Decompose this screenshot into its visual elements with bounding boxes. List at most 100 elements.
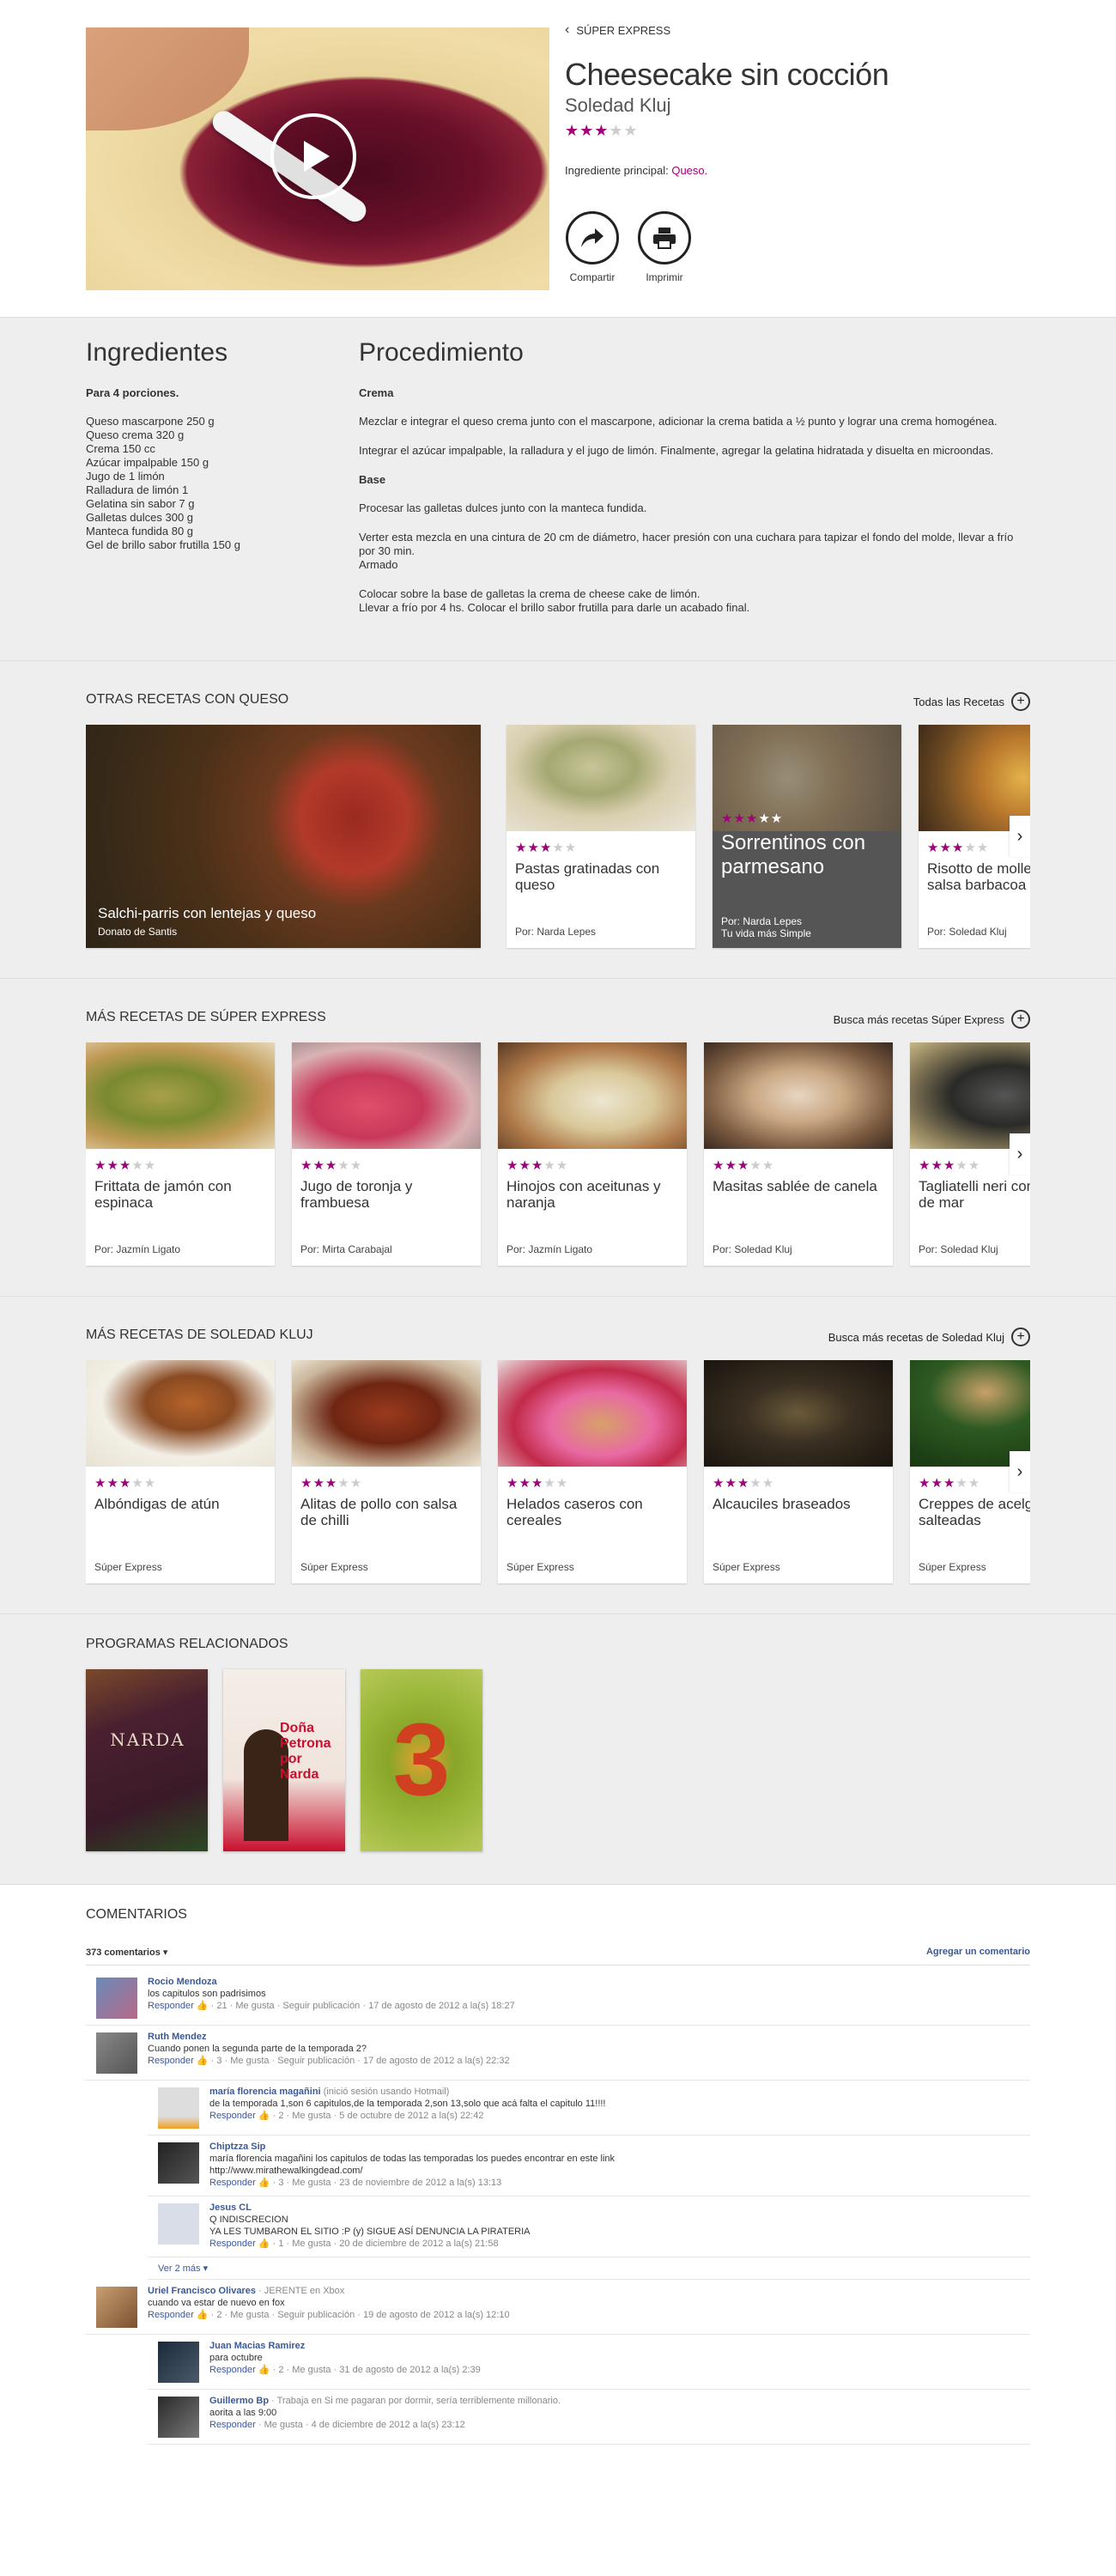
chevron-right-icon[interactable]: › [1010,1451,1030,1492]
comment-text: de la temporada 1,son 6 capitulos,de la … [209,2099,606,2109]
program-thumbnail[interactable]: NARDA [86,1669,208,1851]
reply-link[interactable]: Responder [148,2310,194,2320]
recipe-name: Masitas sablée de canela [713,1178,877,1194]
recipe-name: Frittata de jamón con espinaca [94,1178,232,1211]
like-icon[interactable]: 👍 [258,2178,270,2188]
chevron-right-icon[interactable]: › [1010,816,1030,857]
recipe-card[interactable]: ★★★★★ Alitas de pollo con salsa de chill… [292,1360,481,1583]
recipe-details: Ingredientes Para 4 porciones. Queso mas… [0,318,1116,661]
avatar[interactable] [158,2142,199,2184]
comments-section: COMENTARIOS 373 comentarios ▾ Agregar un… [0,1885,1116,2576]
main-ingredient: Ingrediente principal: Queso. [565,164,708,177]
procedure-step: Colocar sobre la base de galletas la cre… [359,587,750,614]
like-icon[interactable]: 👍 [197,2001,209,2011]
like-icon[interactable]: 👍 [258,2111,270,2121]
recipe-author: Súper Express [506,1561,574,1573]
share-button[interactable]: Compartir [565,211,620,283]
avatar[interactable] [96,2032,137,2074]
more-recipes-link[interactable]: Busca más recetas de Soledad Kluj + [828,1327,1030,1346]
recipe-author[interactable]: Soledad Kluj [565,94,1028,117]
program-thumbnail[interactable]: Doña Petrona por Narda [223,1669,345,1851]
main-ingredient-link[interactable]: Queso. [671,164,707,177]
recipe-image [498,1042,687,1149]
like-icon[interactable]: 👍 [197,2056,209,2066]
program-thumbnail[interactable]: 3 [361,1669,482,1851]
commenter-name[interactable]: Jesus CL [209,2202,252,2213]
procedure-subtitle: Base [359,473,386,486]
play-button[interactable] [270,113,356,199]
comment-meta: · 1 · Me gusta · 20 de diciembre de 2012… [272,2239,499,2249]
carousel-title: OTRAS RECETAS CON QUESO [86,692,289,707]
recipe-name: Jugo de toronja y frambuesa [300,1178,413,1211]
print-button[interactable]: Imprimir [637,211,692,283]
recipe-name: Helados caseros con cereales [506,1496,643,1528]
avatar[interactable] [96,1978,137,2019]
recipe-card[interactable]: ★★★★★ Albóndigas de atún Súper Express [86,1360,275,1583]
comment: Rocio Mendoza los capitulos son padrisim… [86,1971,1030,2026]
like-icon[interactable]: 👍 [258,2365,270,2375]
rating-stars: ★★★★★ [506,1158,569,1173]
add-comment-link[interactable]: Agregar un comentario [926,1947,1030,1957]
rating-stars: ★★★★★ [515,841,578,855]
recipe-video-thumbnail[interactable] [86,27,549,290]
recipe-card[interactable]: ★★★★★ Pastas gratinadas con queso Por: N… [506,725,695,948]
back-link[interactable]: ‹ SÚPER EXPRESS [565,22,1028,38]
reply-link[interactable]: Responder [209,2420,256,2430]
ingredient-item: Queso mascarpone 250 g [86,415,215,428]
more-recipes-link[interactable]: Busca más recetas Súper Express + [834,1010,1030,1029]
like-icon[interactable]: 👍 [258,2239,270,2249]
comment-meta: · 3 · Me gusta · 23 de noviembre de 2012… [272,2178,502,2188]
all-recipes-link[interactable]: Todas las Recetas + [913,692,1030,711]
avatar[interactable] [158,2342,199,2383]
recipe-card[interactable]: ★★★★★ Sorrentinos con parmesano Por: Nar… [713,725,901,948]
comments-bar: 373 comentarios ▾ Agregar un comentario [86,1947,1030,1965]
commenter-name[interactable]: Chiptzza Sip [209,2142,265,2152]
recipe-hero: ‹ SÚPER EXPRESS Cheesecake sin cocción S… [0,0,1116,318]
reply-link[interactable]: Responder [148,2056,194,2066]
commenter-name[interactable]: Ruth Mendez [148,2032,206,2042]
comments-count[interactable]: 373 comentarios ▾ [86,1947,167,1958]
recipe-name: Alitas de pollo con salsa de chilli [300,1496,458,1528]
avatar[interactable] [158,2203,199,2245]
ingredient-item: Crema 150 cc [86,442,155,455]
commenter-name[interactable]: maría florencia magañini [209,2087,321,2097]
recipe-card[interactable]: ★★★★★ Frittata de jamón con espinaca Por… [86,1042,275,1266]
ingredient-item: Azúcar impalpable 150 g [86,456,209,469]
reply-link[interactable]: Responder [209,2178,256,2188]
rating-stars: ★★★★★ [300,1476,363,1491]
commenter-name[interactable]: Guillermo Bp [209,2396,269,2406]
like-icon[interactable]: 👍 [197,2310,209,2320]
avatar[interactable] [96,2287,137,2328]
reply-link[interactable]: Responder [209,2239,256,2249]
recipe-author: Por: Mirta Carabajal [300,1243,392,1255]
avatar[interactable] [158,2397,199,2438]
reply-link[interactable]: Responder [209,2365,256,2375]
recipe-card[interactable]: ★★★★★ Alcauciles braseados Súper Express [704,1360,893,1583]
procedure-step: Integrar el azúcar impalpable, la rallad… [359,444,994,457]
recipe-card[interactable]: ★★★★★ Hinojos con aceitunas y naranja Po… [498,1042,687,1266]
comments-title: COMENTARIOS [86,1907,187,1922]
chevron-right-icon[interactable]: › [1010,1133,1030,1175]
comment: Ruth Mendez Cuando ponen la segunda part… [86,2026,1030,2081]
commenter-name[interactable]: Rocio Mendoza [148,1977,217,1987]
reply-link[interactable]: Responder [148,2001,194,2011]
recipe-name: Salchi-parris con lentejas y queso [98,905,317,921]
recipe-name: Albóndigas de atún [94,1496,220,1512]
recipe-card[interactable]: ★★★★★ Jugo de toronja y frambuesa Por: M… [292,1042,481,1266]
rating-stars: ★★★★★ [713,1476,775,1491]
comment-meta: · 2 · Me gusta · 31 de agosto de 2012 a … [272,2365,481,2375]
ingredients-list: Queso mascarpone 250 g Queso crema 320 g… [86,415,343,552]
comment-text: Cuando ponen la segunda parte de la temp… [148,2044,367,2054]
commenter-name[interactable]: Juan Macias Ramirez [209,2341,305,2351]
recipe-name: Hinojos con aceitunas y naranja [506,1178,661,1211]
show-more-replies[interactable]: Ver 2 más ▾ [148,2257,1030,2280]
commenter-name[interactable]: Uriel Francisco Olivares [148,2286,256,2296]
recipe-card[interactable]: ★★★★★ Masitas sablée de canela Por: Sole… [704,1042,893,1266]
reply-link[interactable]: Responder [209,2111,256,2121]
procedure-step: Procesar las galletas dulces junto con l… [359,501,647,514]
avatar[interactable] [158,2087,199,2129]
recipe-card[interactable]: ★★★★★ Helados caseros con cereales Súper… [498,1360,687,1583]
recipe-card[interactable]: Salchi-parris con lentejas y queso Donat… [86,725,481,948]
ingredient-item: Jugo de 1 limón [86,470,165,483]
comment-meta: · 21 · Me gusta · Seguir publicación · 1… [210,2001,515,2011]
